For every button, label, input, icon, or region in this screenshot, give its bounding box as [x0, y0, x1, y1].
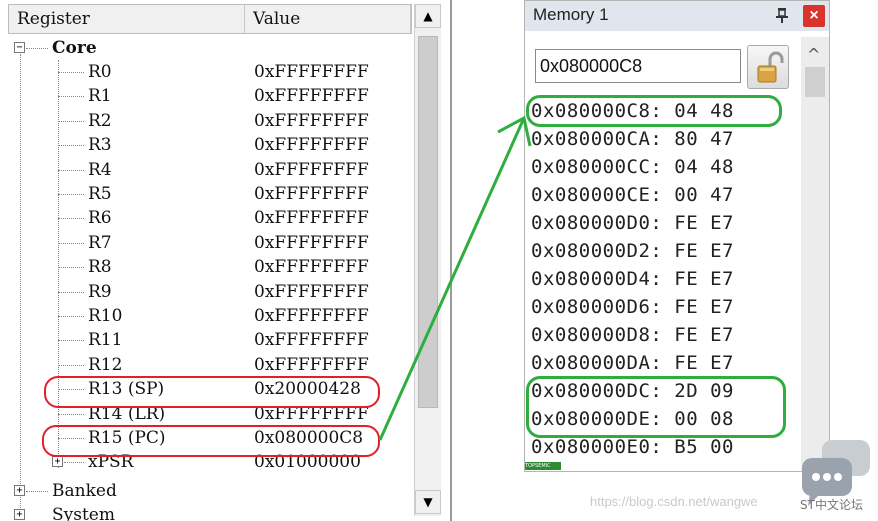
watermark-text: https://blog.csdn.net/wangwe	[590, 494, 758, 509]
connector-arrow	[378, 115, 532, 441]
forum-label: ST中文论坛	[800, 498, 863, 512]
